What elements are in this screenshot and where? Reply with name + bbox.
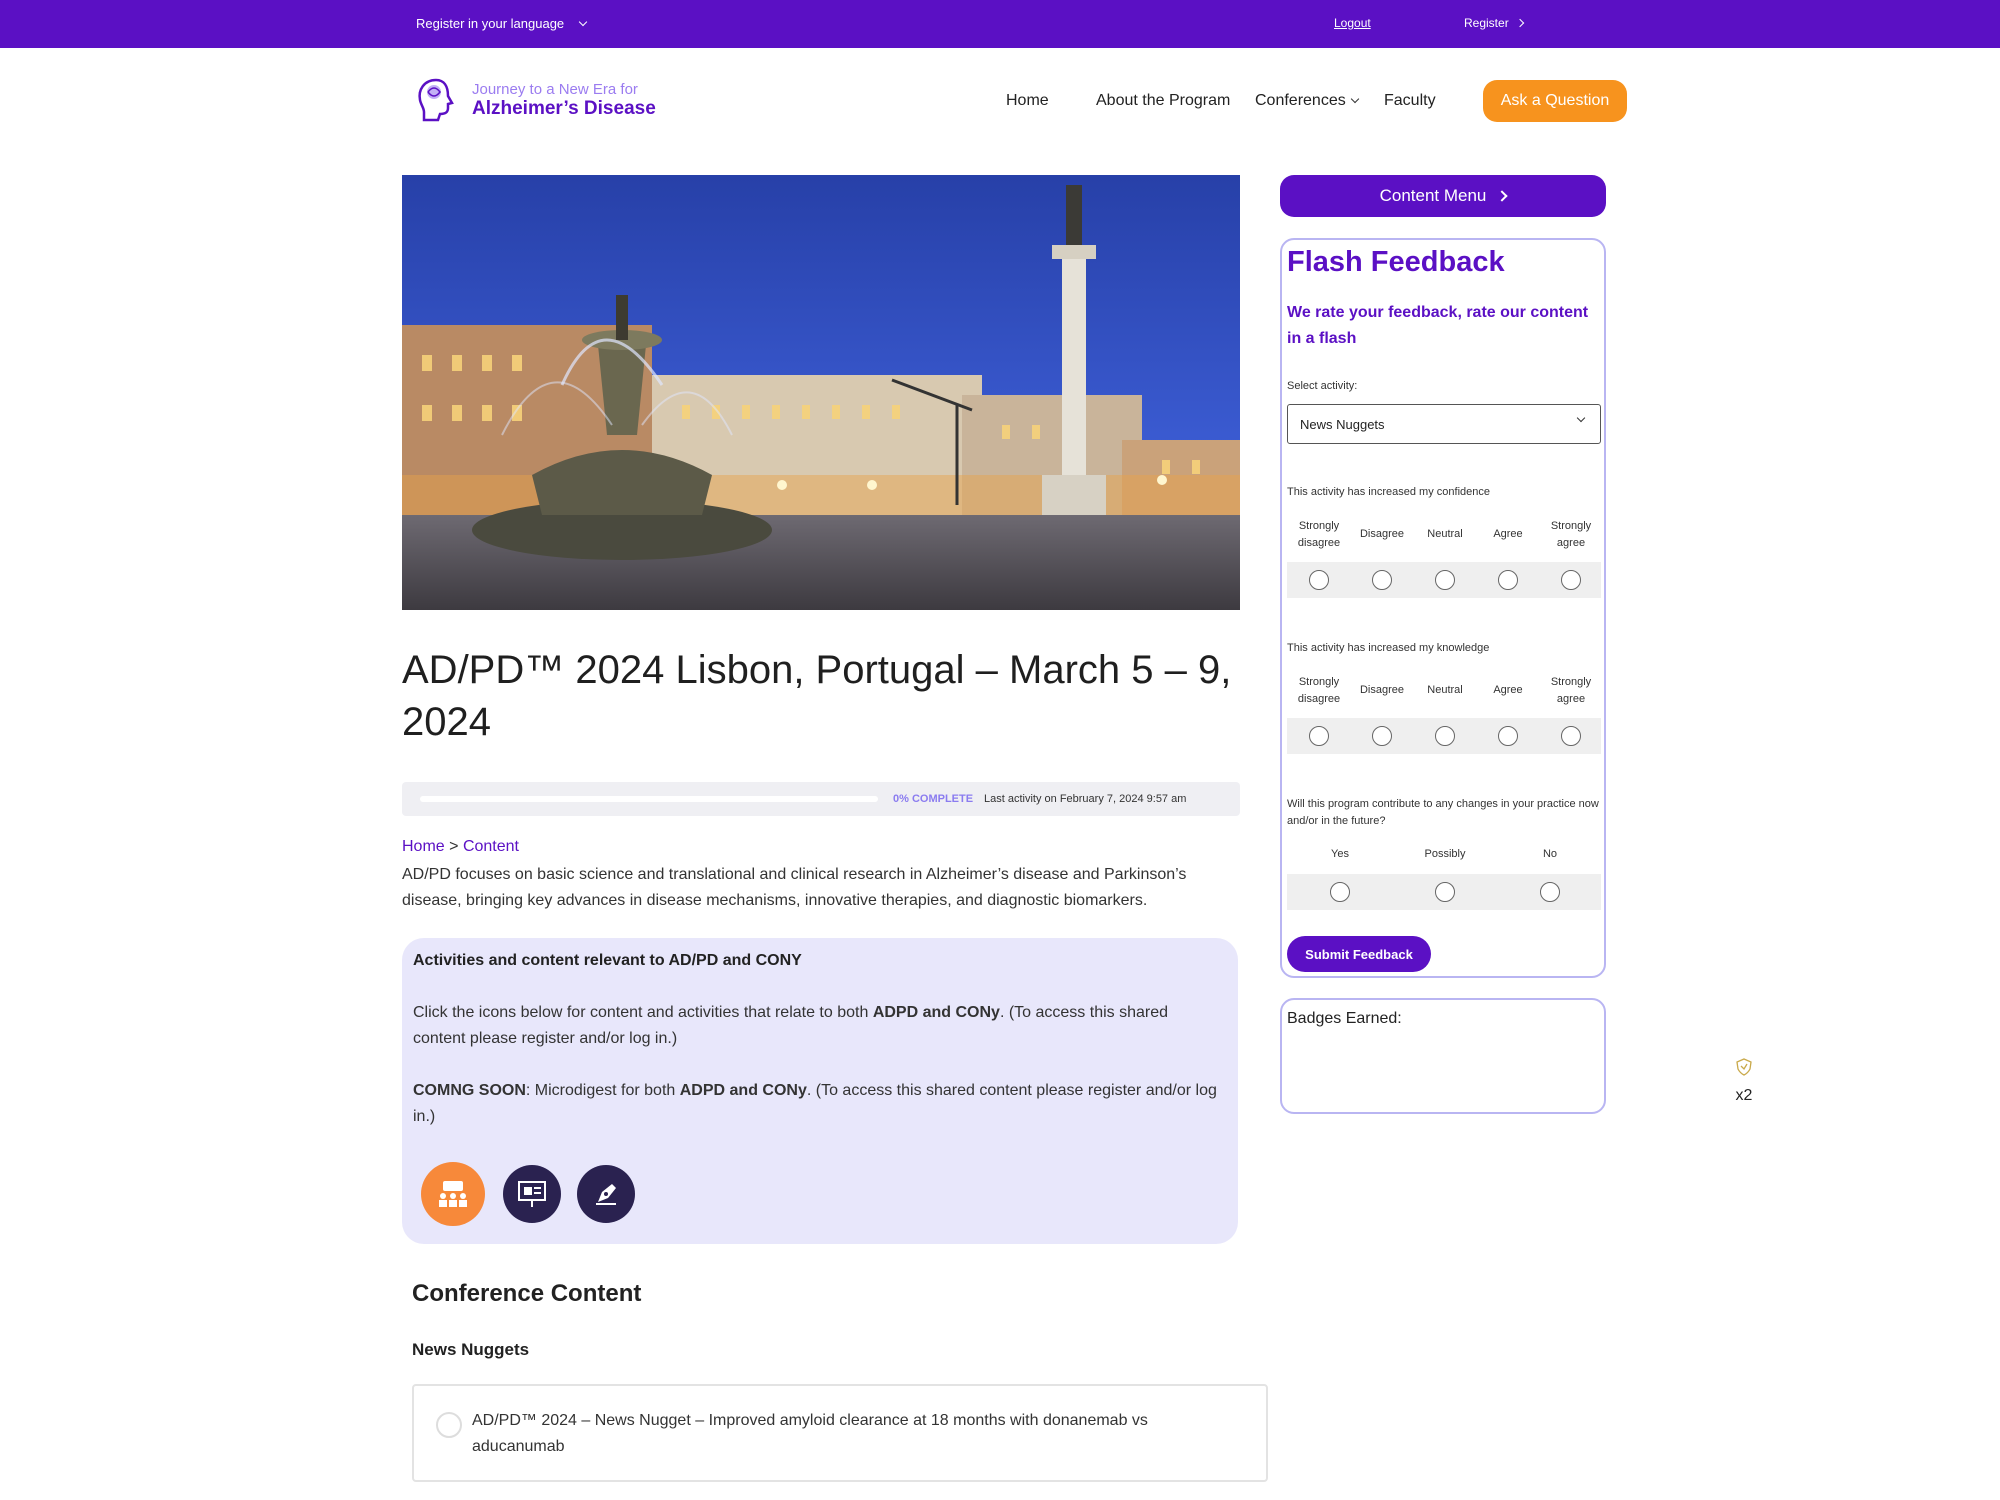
- scale-label: Strongly agree: [1550, 676, 1592, 705]
- activity-select[interactable]: News Nuggets: [1287, 404, 1601, 444]
- list-item[interactable]: AD/PD™ 2024 – News Nugget – Improved amy…: [412, 1384, 1268, 1482]
- scale-label: Agree: [1493, 528, 1523, 540]
- nav-conferences-label: Conferences: [1255, 92, 1346, 109]
- chevron-down-icon: [1576, 413, 1586, 423]
- chevron-right-icon: [1515, 18, 1524, 28]
- site-logo[interactable]: Journey to a New Era for Alzheimer’s Dis…: [414, 74, 656, 126]
- breadcrumb-home[interactable]: Home: [402, 838, 445, 855]
- activities-heading: Activities and content relevant to AD/PD…: [413, 952, 802, 969]
- scale-label: Possibly: [1424, 848, 1466, 860]
- breadcrumb: Home > Content: [402, 838, 519, 856]
- conference-content-heading: Conference Content: [412, 1280, 642, 1307]
- top-bar: Register in your language Logout Registe…: [0, 0, 2000, 48]
- last-activity: Last activity on February 7, 2024 9:57 a…: [984, 793, 1187, 805]
- logo-title: Alzheimer’s Disease: [472, 98, 656, 119]
- scale-label: Agree: [1493, 684, 1523, 696]
- radio-no[interactable]: [1540, 882, 1560, 902]
- audience-icon[interactable]: [421, 1162, 485, 1226]
- logout-link[interactable]: Logout: [1334, 16, 1371, 30]
- submit-feedback-button[interactable]: Submit Feedback: [1287, 936, 1431, 972]
- scale-label: Disagree: [1359, 528, 1405, 540]
- scale-label: Neutral: [1427, 528, 1463, 540]
- badge-count: x2: [1735, 1087, 1753, 1104]
- radio-agree[interactable]: [1498, 570, 1518, 590]
- chevron-down-icon: [578, 17, 588, 26]
- news-nuggets-heading: News Nuggets: [412, 1340, 530, 1359]
- intro-text: AD/PD focuses on basic science and trans…: [402, 866, 1187, 909]
- question-practice-change: Will this program contribute to any chan…: [1287, 798, 1599, 827]
- badges-panel: Badges Earned:: [1280, 998, 1606, 1114]
- scale-label: Strongly disagree: [1297, 520, 1341, 549]
- incomplete-status-icon: [436, 1412, 462, 1438]
- radio-yes[interactable]: [1330, 882, 1350, 902]
- activities-panel: Activities and content relevant to AD/PD…: [402, 938, 1238, 1244]
- shield-badge-icon: [1736, 1058, 1752, 1076]
- select-activity-label: Select activity:: [1287, 380, 1358, 392]
- flash-feedback-panel: Flash Feedback We rate your feedback, ra…: [1280, 238, 1606, 978]
- content-menu-label: Content Menu: [1379, 186, 1487, 205]
- radio-neutral[interactable]: [1435, 726, 1455, 746]
- scale-label: Disagree: [1359, 684, 1405, 696]
- flash-feedback-title: Flash Feedback: [1287, 246, 1505, 278]
- presentation-icon[interactable]: [503, 1165, 561, 1223]
- chevron-right-icon: [1496, 190, 1509, 202]
- breadcrumb-content[interactable]: Content: [463, 838, 519, 855]
- language-label: Register in your language: [416, 16, 565, 31]
- page-title: AD/PD™ 2024 Lisbon, Portugal – March 5 –…: [402, 648, 1232, 744]
- question-confidence: This activity has increased my confidenc…: [1287, 486, 1490, 498]
- radio-row-practice: [1287, 874, 1601, 910]
- scale-label: Yes: [1331, 848, 1349, 860]
- radio-row-knowledge: [1287, 718, 1601, 754]
- register-link[interactable]: Register: [1464, 16, 1524, 30]
- radio-strongly-disagree[interactable]: [1309, 726, 1329, 746]
- flash-feedback-subtitle: We rate your feedback, rate our content …: [1287, 304, 1589, 347]
- progress-bar: 0% COMPLETE Last activity on February 7,…: [402, 782, 1240, 816]
- radio-strongly-agree[interactable]: [1561, 726, 1581, 746]
- progress-percent: 0% COMPLETE: [893, 793, 974, 805]
- ask-question-button[interactable]: Ask a Question: [1483, 80, 1627, 122]
- content-menu-button[interactable]: Content Menu: [1280, 175, 1606, 217]
- coming-soon-text: COMNG SOON: Microdigest for both ADPD an…: [413, 1082, 1217, 1125]
- radio-strongly-agree[interactable]: [1561, 570, 1581, 590]
- radio-neutral[interactable]: [1435, 570, 1455, 590]
- scale-label: Strongly agree: [1550, 520, 1592, 549]
- radio-agree[interactable]: [1498, 726, 1518, 746]
- progress-track: [420, 796, 878, 802]
- question-knowledge: This activity has increased my knowledge: [1287, 642, 1490, 654]
- radio-possibly[interactable]: [1435, 882, 1455, 902]
- activity-select-value: News Nuggets: [1300, 417, 1385, 432]
- hero-image: [402, 175, 1240, 610]
- badge-counter: x2: [1732, 1058, 1756, 1105]
- badges-earned-label: Badges Earned:: [1287, 1010, 1402, 1027]
- radio-disagree[interactable]: [1372, 570, 1392, 590]
- logo-tagline: Journey to a New Era for: [472, 81, 638, 98]
- nav-about-program[interactable]: About the Program: [1096, 92, 1230, 110]
- scale-label: Neutral: [1427, 684, 1463, 696]
- language-selector[interactable]: Register in your language: [416, 16, 588, 31]
- radio-row-confidence: [1287, 562, 1601, 598]
- nugget-title: AD/PD™ 2024 – News Nugget – Improved amy…: [472, 1412, 1148, 1455]
- register-label: Register: [1464, 16, 1509, 30]
- radio-disagree[interactable]: [1372, 726, 1392, 746]
- breadcrumb-separator: >: [449, 838, 459, 855]
- nav-faculty[interactable]: Faculty: [1384, 92, 1436, 110]
- head-profile-icon: [418, 78, 454, 122]
- chevron-down-icon: [1350, 94, 1359, 104]
- activities-description: Click the icons below for content and ac…: [413, 1004, 1169, 1047]
- nav-home[interactable]: Home: [1006, 92, 1049, 110]
- radio-strongly-disagree[interactable]: [1309, 570, 1329, 590]
- scale-label: Strongly disagree: [1297, 676, 1341, 705]
- pen-icon[interactable]: [577, 1165, 635, 1223]
- nav-conferences[interactable]: Conferences: [1255, 92, 1359, 110]
- scale-label: No: [1542, 848, 1558, 860]
